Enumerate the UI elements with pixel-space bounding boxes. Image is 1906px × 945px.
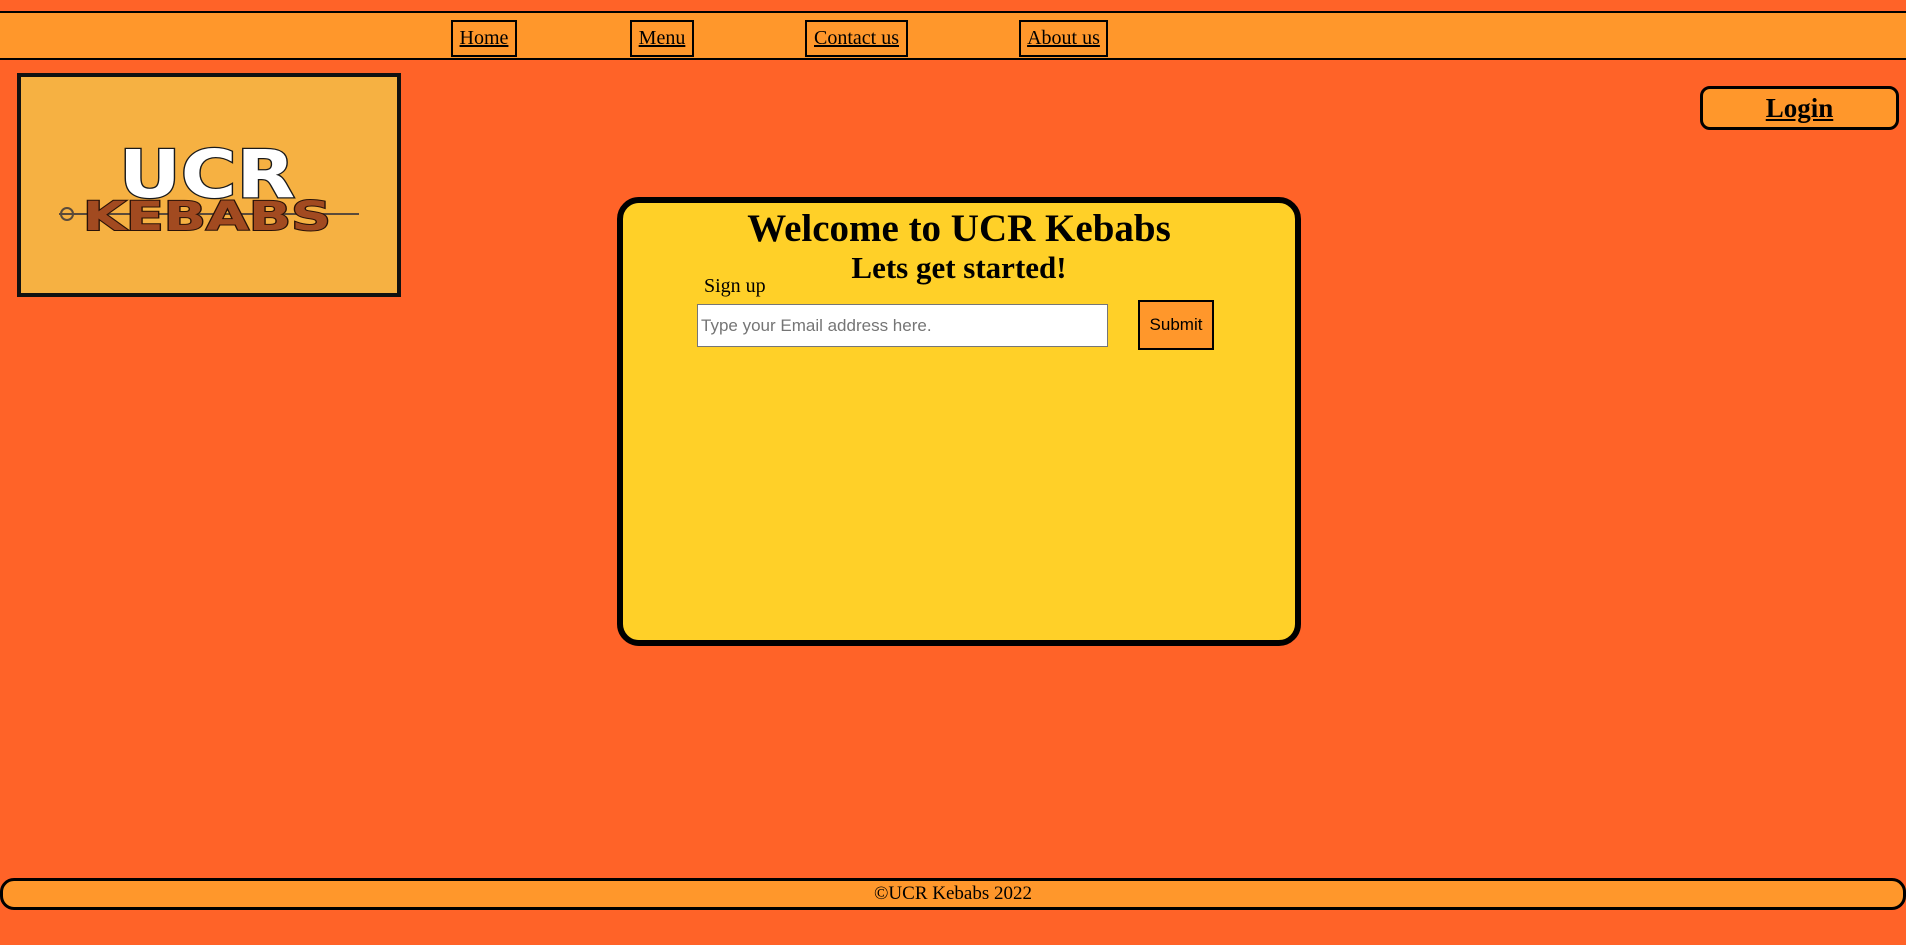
submit-button[interactable]: Submit xyxy=(1138,300,1214,350)
signup-label: Sign up xyxy=(704,275,766,297)
welcome-card: Welcome to UCR Kebabs Lets get started! … xyxy=(617,197,1301,646)
nav-link-home[interactable]: Home xyxy=(451,20,517,57)
email-field[interactable] xyxy=(697,304,1108,347)
nav-link-contact-us[interactable]: Contact us xyxy=(805,20,908,57)
login-button[interactable]: Login xyxy=(1700,86,1899,130)
footer-copyright: ©UCR Kebabs 2022 xyxy=(874,883,1032,904)
logo-text-kebabs: KEBABS xyxy=(83,194,331,240)
footer: ©UCR Kebabs 2022 xyxy=(0,878,1906,910)
ucr-kebabs-logo: UCR KEBABS xyxy=(17,73,401,297)
nav-link-about-us[interactable]: About us xyxy=(1019,20,1108,57)
top-navigation-bar: Home Menu Contact us About us xyxy=(0,11,1906,60)
page-title: Welcome to UCR Kebabs xyxy=(747,207,1171,250)
logo-graphic: UCR KEBABS xyxy=(59,135,359,241)
nav-link-menu[interactable]: Menu xyxy=(630,20,694,57)
